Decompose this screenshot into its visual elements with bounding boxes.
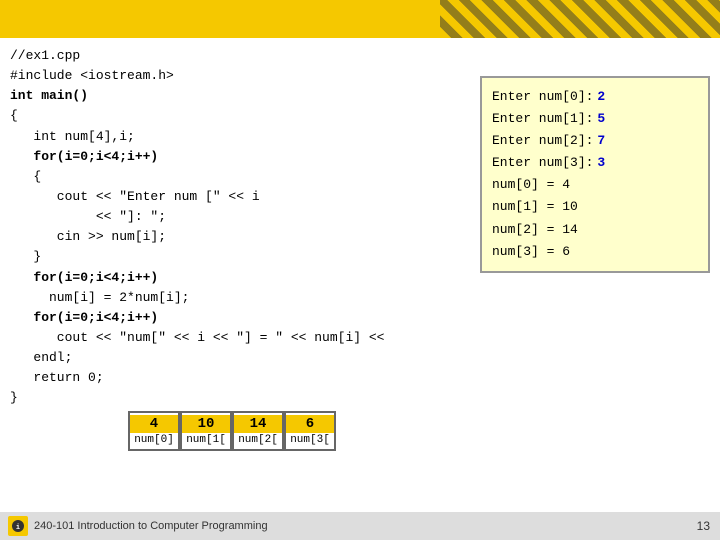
array-label-2: num[2[ — [234, 433, 282, 447]
logo-icon: i — [11, 519, 25, 533]
code-line-1: //ex1.cpp — [10, 48, 80, 63]
footer-logo: i — [8, 516, 28, 536]
main-content: //ex1.cpp #include <iostream.h> int main… — [0, 38, 720, 478]
output-label-0: Enter num[0]: — [492, 86, 593, 108]
output-label-2: Enter num[2]: — [492, 130, 593, 152]
code-panel: //ex1.cpp #include <iostream.h> int main… — [10, 46, 480, 470]
output-label-1: Enter num[1]: — [492, 108, 593, 130]
array-display: 4 num[0] 10 num[1[ 14 num[2[ 6 num[3[ — [128, 411, 470, 451]
output-line-5: num[1] = 10 — [492, 196, 698, 218]
array-cell-3: 6 num[3[ — [284, 411, 336, 451]
output-line-6: num[2] = 14 — [492, 219, 698, 241]
array-value-0: 4 — [130, 415, 178, 433]
code-line-18: } — [10, 390, 18, 405]
output-line-0: Enter num[0]: 2 — [492, 86, 698, 108]
output-line-4: num[0] = 4 — [492, 174, 698, 196]
output-line-2: Enter num[2]: 7 — [492, 130, 698, 152]
output-label-4: num[0] = 4 — [492, 174, 570, 196]
array-cell-0: 4 num[0] — [128, 411, 180, 451]
array-cell-2: 14 num[2[ — [232, 411, 284, 451]
array-value-1: 10 — [182, 415, 230, 433]
code-block: //ex1.cpp #include <iostream.h> int main… — [10, 46, 470, 409]
output-value-2: 7 — [597, 130, 605, 152]
array-value-2: 14 — [234, 415, 282, 433]
array-label-1: num[1[ — [182, 433, 230, 447]
output-line-3: Enter num[3]: 3 — [492, 152, 698, 174]
code-line-5: int num[4],i; — [10, 129, 135, 144]
code-line-16: endl; — [10, 350, 72, 365]
footer-bar: i 240-101 Introduction to Computer Progr… — [0, 512, 720, 540]
footer-course-text: 240-101 Introduction to Computer Program… — [34, 520, 268, 532]
header-pattern — [440, 0, 720, 38]
code-line-12: for(i=0;i<4;i++) — [10, 270, 158, 285]
output-line-1: Enter num[1]: 5 — [492, 108, 698, 130]
code-line-17: return 0; — [10, 370, 104, 385]
page-number: 13 — [697, 519, 710, 533]
array-label-3: num[3[ — [286, 433, 334, 447]
code-line-3: int main() — [10, 88, 88, 103]
output-label-5: num[1] = 10 — [492, 196, 578, 218]
code-line-9: << "]: "; — [10, 209, 166, 224]
code-line-4: { — [10, 108, 18, 123]
code-line-13: num[i] = 2*num[i]; — [10, 290, 189, 305]
code-line-6: for(i=0;i<4;i++) — [10, 149, 158, 164]
output-line-7: num[3] = 6 — [492, 241, 698, 263]
output-value-3: 3 — [597, 152, 605, 174]
output-panel: Enter num[0]: 2 Enter num[1]: 5 Enter nu… — [480, 76, 710, 273]
code-line-10: cin >> num[i]; — [10, 229, 166, 244]
output-label-3: Enter num[3]: — [492, 152, 593, 174]
array-cell-1: 10 num[1[ — [180, 411, 232, 451]
array-value-3: 6 — [286, 415, 334, 433]
code-line-11: } — [10, 249, 41, 264]
code-line-15: cout << "num[" << i << "] = " << num[i] … — [10, 330, 384, 345]
output-label-6: num[2] = 14 — [492, 219, 578, 241]
svg-text:i: i — [16, 524, 20, 532]
code-line-7: { — [10, 169, 41, 184]
code-line-8: cout << "Enter num [" << i — [10, 189, 260, 204]
output-label-7: num[3] = 6 — [492, 241, 570, 263]
code-line-2: #include <iostream.h> — [10, 68, 174, 83]
array-label-0: num[0] — [130, 433, 178, 447]
output-value-0: 2 — [597, 86, 605, 108]
code-line-14: for(i=0;i<4;i++) — [10, 310, 158, 325]
output-value-1: 5 — [597, 108, 605, 130]
header-bar — [0, 0, 720, 38]
